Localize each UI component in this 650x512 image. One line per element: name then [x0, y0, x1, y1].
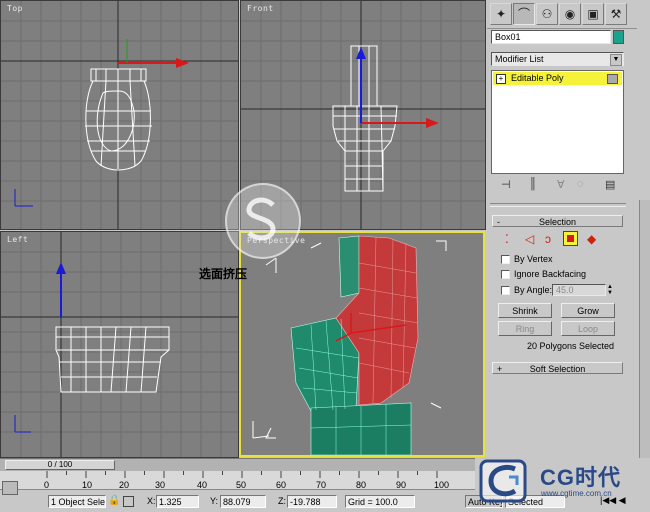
y-label: Y: [210, 496, 219, 506]
toilet-top-wireframe [85, 68, 152, 171]
stack-item-label: Editable Poly [511, 73, 564, 83]
tick-label: 80 [356, 480, 367, 490]
watermark-logo: CG时代 www.cgtime.com.cn [475, 455, 650, 509]
ring-button[interactable]: Ring [498, 321, 552, 336]
collapse-minus-icon: - [497, 217, 500, 227]
ignore-backfacing-label: Ignore Backfacing [514, 269, 587, 279]
command-panel-tabs: ✦ ⌒ ⚇ ◉ ▣ ⚒ [487, 0, 637, 29]
tick-label: 90 [396, 480, 407, 490]
command-panel: ✦ ⌒ ⚇ ◉ ▣ ⚒ Box01 Modifier List ▼ + Edit… [487, 0, 650, 458]
show-end-result-icon[interactable]: ║ [529, 178, 537, 190]
polygon-mode-icon[interactable] [563, 231, 578, 246]
soft-selection-rollout-title: Soft Selection [529, 364, 586, 374]
lock-icon[interactable]: 🔒 [108, 495, 120, 506]
toilet-left-wireframe [55, 326, 170, 393]
shrink-button[interactable]: Shrink [498, 303, 552, 318]
viewport-label-left: Left [7, 235, 29, 244]
configure-sets-icon[interactable]: ▤ [605, 178, 615, 191]
expand-plus-icon[interactable]: + [496, 74, 506, 84]
toilet-front-wireframe [332, 45, 398, 192]
brand-url: www.cgtime.com.cn [541, 489, 612, 498]
motion-tab-icon[interactable]: ◉ [559, 3, 581, 25]
tick-label: 100 [434, 480, 450, 490]
tick-label: 0 [44, 480, 50, 490]
subobject-toolbar: ⁚ ◁ ↄ ◆ [505, 231, 615, 248]
maxscript-icon[interactable] [2, 481, 18, 495]
panel-divider [490, 203, 626, 207]
by-vertex-label: By Vertex [514, 254, 553, 264]
spinner-arrows-icon[interactable]: ▲ ▼ [607, 284, 613, 296]
element-mode-icon[interactable]: ◆ [587, 232, 596, 246]
by-angle-spinner[interactable]: 45.0 [552, 284, 606, 296]
selection-count: 1 Object Sele [48, 495, 106, 508]
selection-status-text: 20 Polygons Selected [527, 341, 615, 351]
selection-rollout-title: Selection [538, 217, 577, 227]
viewport-label-front: Front [247, 4, 274, 13]
grid-size: Grid = 100.0 [345, 495, 415, 508]
brand-text: CG时代 [540, 465, 622, 490]
display-tab-icon[interactable]: ▣ [582, 3, 604, 25]
timeline-ruler[interactable]: 0 10 20 30 40 50 60 70 80 90 100 [0, 471, 475, 490]
tick-label: 20 [119, 480, 130, 490]
pin-stack-icon[interactable]: ⊣ [501, 178, 511, 191]
hierarchy-tab-icon[interactable]: ⚇ [536, 3, 558, 25]
tick-label: 40 [197, 480, 208, 490]
modifier-list-dropdown[interactable]: Modifier List ▼ [491, 52, 624, 66]
logo-mark [479, 459, 527, 503]
by-angle-checkbox[interactable] [501, 286, 510, 295]
time-slider[interactable]: 0 / 100 [5, 460, 115, 470]
loop-label: Loop [577, 324, 599, 334]
annotation-text: 选面挤压 [199, 267, 248, 281]
absolute-mode-icon[interactable] [123, 496, 134, 507]
create-tab-icon[interactable]: ✦ [490, 3, 512, 25]
x-label: X: [147, 496, 156, 506]
make-unique-icon[interactable]: ∀ [557, 178, 565, 191]
grow-button[interactable]: Grow [561, 303, 615, 318]
mesh-tank-side [338, 235, 360, 298]
y-coordinate[interactable]: 88.079 [220, 495, 266, 508]
viewport-top[interactable]: Top [0, 0, 239, 230]
tick-label: 30 [155, 480, 166, 490]
ignore-backfacing-checkbox[interactable] [501, 270, 510, 279]
border-mode-icon[interactable]: ↄ [545, 232, 551, 246]
tick-label: 10 [82, 480, 93, 490]
edge-mode-icon[interactable]: ◁ [525, 232, 534, 246]
tick-label: 50 [236, 480, 247, 490]
stack-item-toggle-icon[interactable] [607, 74, 618, 84]
by-vertex-checkbox[interactable] [501, 255, 510, 264]
perspective-scene [252, 235, 447, 455]
object-color-swatch[interactable] [613, 30, 624, 44]
soft-selection-rollout-header[interactable]: + Soft Selection [492, 362, 623, 374]
modifier-list-label: Modifier List [495, 54, 544, 64]
by-angle-label: By Angle: [514, 285, 553, 295]
watermark-seal [225, 183, 301, 259]
stack-toolbar: ⊣ ║ ∀ ◌ ▤ [491, 176, 624, 194]
ring-label: Ring [515, 324, 535, 334]
viewport-label-top: Top [7, 4, 23, 13]
viewport-perspective[interactable]: Perspective [239, 231, 485, 457]
vertex-mode-icon[interactable]: ⁚ [505, 232, 509, 246]
remove-modifier-icon[interactable]: ◌ [577, 178, 584, 190]
viewport-top-grid [1, 1, 238, 229]
x-coordinate[interactable]: 1.325 [156, 495, 199, 508]
utilities-tab-icon[interactable]: ⚒ [605, 3, 627, 25]
expand-plus-icon: + [497, 364, 503, 374]
object-name-field[interactable]: Box01 [491, 30, 611, 44]
selection-rollout-header[interactable]: - Selection [492, 215, 623, 227]
time-slider-track[interactable]: 0 / 100 [0, 458, 475, 471]
modify-tab-icon[interactable]: ⌒ [513, 3, 535, 25]
tick-label: 70 [316, 480, 327, 490]
tick-label: 60 [276, 480, 287, 490]
loop-button[interactable]: Loop [561, 321, 615, 336]
z-coordinate[interactable]: -19.788 [287, 495, 337, 508]
modifier-stack: + Editable Poly [491, 70, 624, 174]
chevron-down-icon: ▼ [610, 54, 622, 66]
stack-item-editable-poly[interactable]: + Editable Poly [493, 72, 622, 85]
z-label: Z: [278, 496, 286, 506]
panel-scrollbar[interactable] [639, 200, 650, 458]
